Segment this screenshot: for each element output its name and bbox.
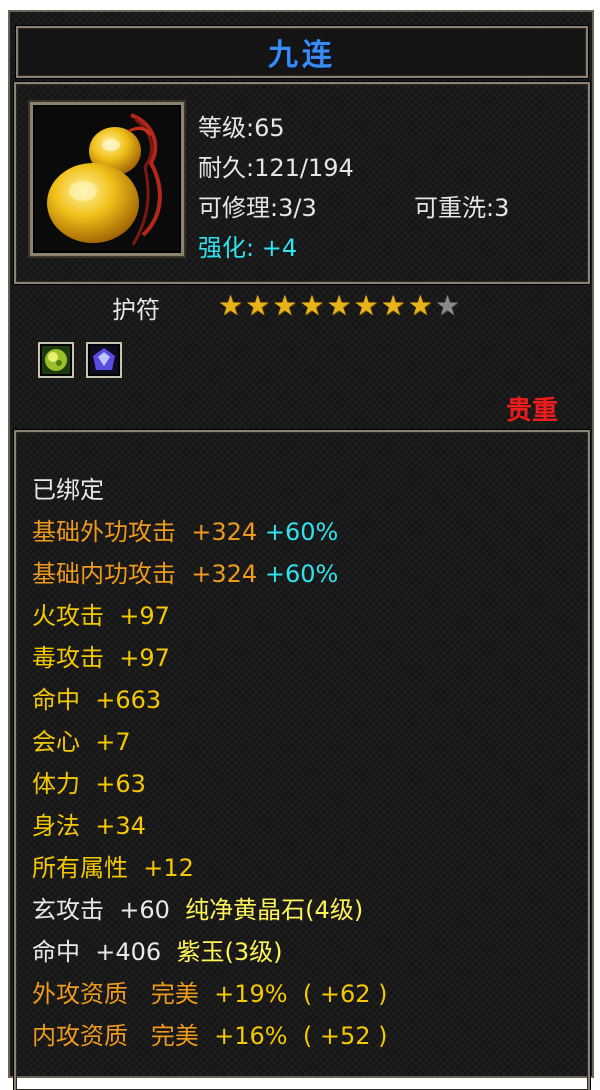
amulet-icon [30, 102, 184, 256]
item-category: 护符 [112, 296, 160, 324]
prop-mystic-attack: 玄攻击 +60 纯净黄晶石(4级) [32, 896, 364, 924]
prop-hit-gem: 命中 +406 紫玉(3级) [32, 938, 283, 966]
prop-int-attack: 基础内功攻击 +324 +60% [32, 560, 339, 588]
title-bar: 九连 [16, 26, 588, 78]
star-filled-icon: ★ [380, 289, 406, 322]
item-properties-box: 已绑定 基础外功攻击 +324 +60% 基础内功攻击 +324 +60% 火攻… [14, 430, 590, 1090]
prop-crit: 会心 +7 [32, 728, 131, 756]
rarity-label: 贵重 [505, 396, 558, 426]
star-filled-icon: ★ [326, 289, 352, 322]
item-level: 等级:65 [198, 114, 285, 142]
prop-poison-attack: 毒攻击 +97 [32, 644, 170, 672]
prop-stamina: 体力 +63 [32, 770, 146, 798]
item-name: 九连 [268, 38, 336, 73]
star-empty-icon: ★ [434, 289, 460, 322]
star-filled-icon: ★ [299, 289, 325, 322]
bound-status: 已绑定 [32, 476, 104, 504]
star-filled-icon: ★ [218, 289, 244, 322]
prop-agility: 身法 +34 [32, 812, 146, 840]
item-repair-count: 可修理:3/3 [198, 194, 317, 222]
star-filled-icon: ★ [353, 289, 379, 322]
item-tooltip-panel: 九连 等级:65 耐久:121/194 可修理:3/3 可重洗:3 强化: +4… [8, 10, 596, 1090]
prop-int-quality: 内攻资质 完美 +16% ( +52 ) [32, 1022, 388, 1050]
item-durability: 耐久:121/194 [198, 154, 354, 182]
prop-hit: 命中 +663 [32, 686, 162, 714]
purple-gem-icon[interactable] [86, 342, 122, 378]
prop-fire-attack: 火攻击 +97 [32, 602, 170, 630]
item-enhance-level: 强化: +4 [198, 234, 298, 262]
star-filled-icon: ★ [245, 289, 271, 322]
prop-ext-attack: 基础外功攻击 +324 +60% [32, 518, 339, 546]
prop-all-attributes: 所有属性 +12 [32, 854, 194, 882]
category-row: 护符 ★ ★ ★ ★ ★ ★ ★ ★ ★ 贵重 [10, 290, 596, 430]
star-rating: ★ ★ ★ ★ ★ ★ ★ ★ ★ [218, 292, 460, 320]
item-info-box: 等级:65 耐久:121/194 可修理:3/3 可重洗:3 强化: +4 [14, 82, 590, 284]
star-filled-icon: ★ [407, 289, 433, 322]
prop-ext-quality: 外攻资质 完美 +19% ( +62 ) [32, 980, 388, 1008]
star-filled-icon: ★ [272, 289, 298, 322]
item-rewash-count: 可重洗:3 [414, 194, 510, 222]
green-yellow-gem-icon[interactable] [38, 342, 74, 378]
